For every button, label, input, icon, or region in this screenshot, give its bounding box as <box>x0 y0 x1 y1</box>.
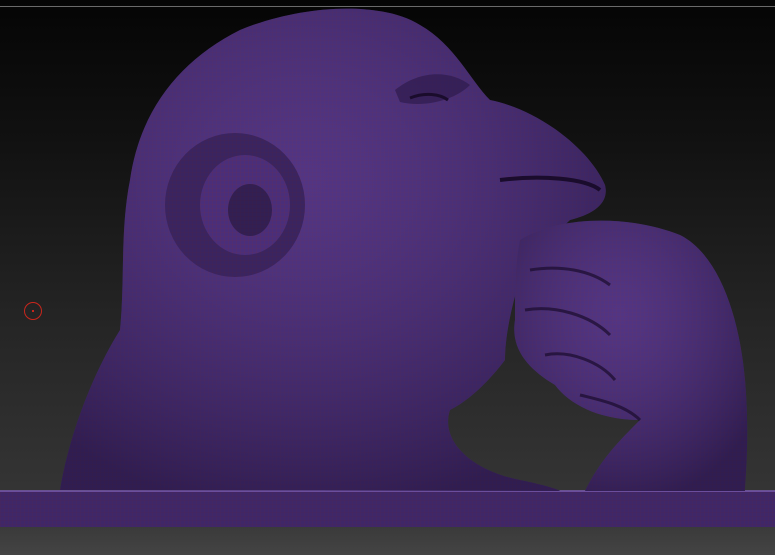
brush-cursor-icon <box>24 302 42 320</box>
canvas-floor <box>0 527 775 555</box>
chimp-arm-hand <box>514 220 748 491</box>
chimpanzee-sculpt-mesh[interactable] <box>0 0 775 555</box>
sculpt-base-slab <box>0 490 775 527</box>
zbrush-canvas[interactable] <box>0 0 775 555</box>
chimp-ear <box>165 133 305 277</box>
